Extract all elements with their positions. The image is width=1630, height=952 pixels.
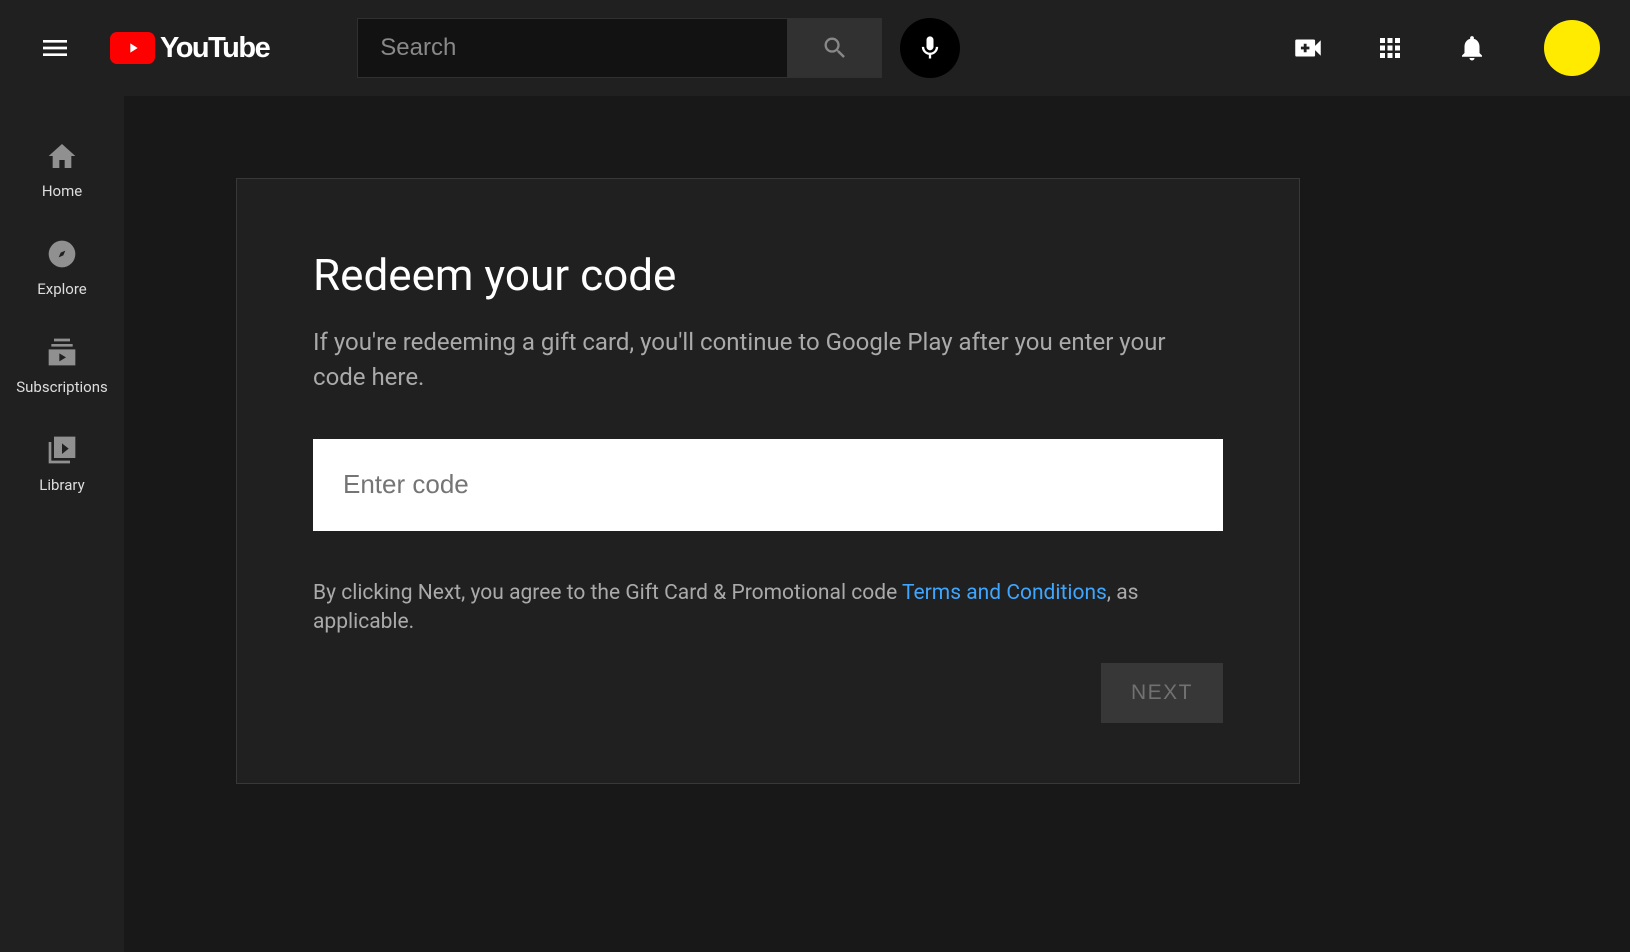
sidebar: Home Explore Subscriptions Library (0, 96, 124, 952)
next-row: NEXT (313, 663, 1223, 723)
sidebar-item-subscriptions[interactable]: Subscriptions (0, 312, 124, 410)
header: YouTube (0, 0, 1630, 96)
apps-grid-icon (1375, 33, 1405, 63)
apps-button[interactable] (1370, 28, 1410, 68)
body: Home Explore Subscriptions Library Redee… (0, 96, 1630, 952)
redeem-card: Redeem your code If you're redeeming a g… (236, 178, 1300, 784)
video-plus-icon (1291, 31, 1325, 65)
create-button[interactable] (1288, 28, 1328, 68)
header-right (1288, 20, 1600, 76)
menu-button[interactable] (30, 23, 80, 73)
explore-icon (46, 238, 78, 270)
code-input[interactable] (313, 439, 1223, 531)
home-icon (46, 140, 78, 172)
menu-icon (39, 32, 71, 64)
microphone-icon (916, 34, 944, 62)
redeem-title: Redeem your code (313, 249, 1223, 301)
notifications-button[interactable] (1452, 28, 1492, 68)
redeem-description: If you're redeeming a gift card, you'll … (313, 325, 1223, 395)
search-input[interactable] (357, 18, 787, 78)
search-icon (821, 34, 849, 62)
terms-link[interactable]: Terms and Conditions (902, 581, 1107, 605)
sidebar-item-label: Subscriptions (16, 378, 107, 396)
next-button[interactable]: NEXT (1101, 663, 1223, 723)
youtube-play-icon (110, 32, 155, 64)
sidebar-item-home[interactable]: Home (0, 116, 124, 214)
sidebar-item-library[interactable]: Library (0, 410, 124, 508)
voice-search-button[interactable] (900, 18, 960, 78)
sidebar-item-label: Home (42, 182, 82, 200)
terms-pre: By clicking Next, you agree to the Gift … (313, 581, 902, 605)
sidebar-item-label: Explore (37, 280, 87, 298)
sidebar-item-label: Library (39, 476, 84, 494)
avatar[interactable] (1544, 20, 1600, 76)
search-button[interactable] (787, 18, 882, 78)
bell-icon (1457, 33, 1487, 63)
main: Redeem your code If you're redeeming a g… (124, 96, 1630, 952)
library-icon (46, 434, 78, 466)
logo-text: YouTube (160, 32, 269, 65)
search-wrap (357, 18, 882, 78)
sidebar-item-explore[interactable]: Explore (0, 214, 124, 312)
subscriptions-icon (46, 336, 78, 368)
youtube-logo[interactable]: YouTube (110, 32, 269, 65)
terms-text: By clicking Next, you agree to the Gift … (313, 579, 1223, 638)
